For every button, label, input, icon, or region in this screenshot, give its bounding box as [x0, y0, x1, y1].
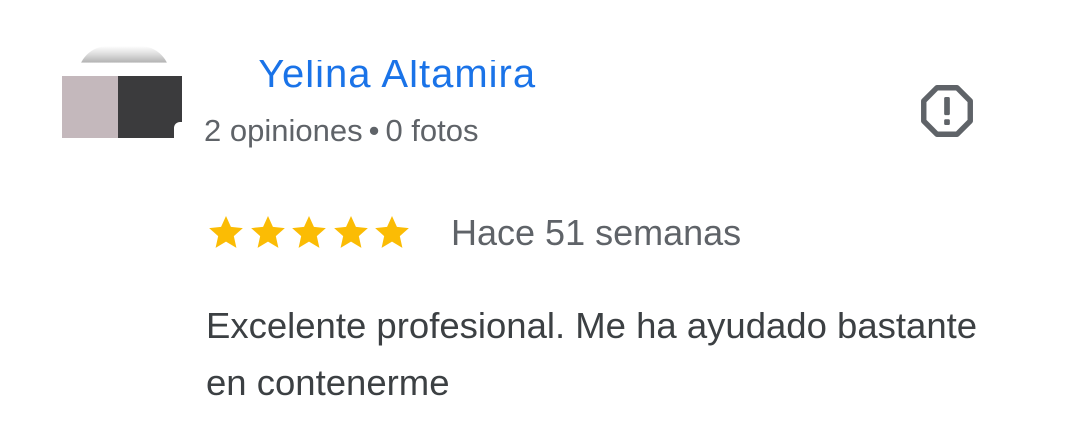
star-icon [209, 216, 243, 248]
avatar-block-left [62, 76, 118, 138]
reviewer-photo-count: 0 fotos [385, 113, 479, 148]
reviewer-avatar[interactable] [62, 46, 186, 146]
meta-separator: • [368, 113, 380, 148]
avatar-cap [78, 46, 170, 76]
avatar-block-right [118, 76, 182, 138]
avatar-notch [174, 122, 186, 138]
review-time: Hace 51 semanas [451, 212, 742, 253]
star-icon [375, 216, 409, 248]
review-text: Excelente profesional. Me ha ayudado bas… [206, 305, 978, 403]
report-button[interactable] [916, 80, 978, 142]
star-rating [206, 208, 414, 258]
report-flag-icon [921, 85, 973, 137]
star-icon [333, 216, 368, 248]
reviewer-meta: 2 opiniones • 0 fotos [204, 113, 479, 149]
review-card: Yelina Altamira 2 opiniones • 0 fotos Hace… [0, 0, 1080, 444]
star-icon [292, 216, 326, 248]
reviewer-name[interactable]: Yelina Altamira [258, 60, 536, 94]
reviewer-name-link[interactable]: Yelina Altamira [254, 60, 594, 94]
reviewer-review-count: 2 opiniones [204, 113, 363, 148]
star-icon [250, 216, 285, 248]
